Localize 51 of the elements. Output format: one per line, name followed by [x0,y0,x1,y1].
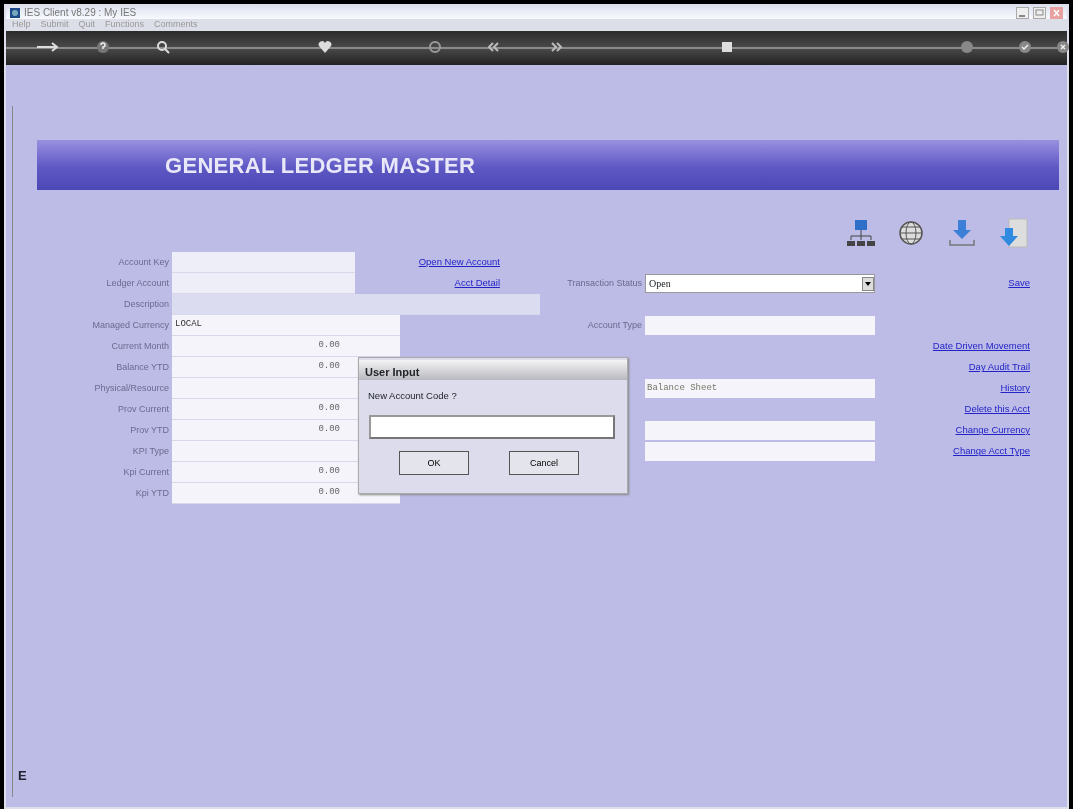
field-label: Kpi YTD [134,486,170,500]
field-label: Balance YTD [115,360,170,374]
circle-icon[interactable] [960,40,974,54]
field-label: Account Type [586,318,643,332]
minimize-icon[interactable] [1016,6,1029,19]
window-title: IES Client v8.29 : My IES [24,6,137,20]
link[interactable]: Delete this Acct [875,402,1030,417]
link[interactable]: Date Driven Movement [875,339,1030,354]
input-field[interactable] [369,415,615,440]
link[interactable]: History [875,381,1030,396]
caret-icon [865,281,871,286]
check-icon[interactable] [1018,40,1032,54]
field-label: Physical/Resource [93,381,170,395]
page-title: GENERAL LEDGER MASTER [165,151,476,180]
field-label: Kpi Current [122,465,170,479]
field-label: KPI Type [131,444,170,458]
forward-icon[interactable] [550,40,564,54]
field-label: Current Month [110,339,170,353]
field-label: Managed Currency [91,318,170,332]
field-label: Description [122,297,170,311]
link[interactable]: Open New Account [400,255,500,270]
input-field[interactable] [645,442,875,461]
maximize-icon[interactable] [1033,6,1046,19]
input-field[interactable]: Balance Sheet [645,379,875,398]
input-field[interactable] [645,316,875,335]
link[interactable]: Change Currency [875,423,1030,438]
ok-button[interactable]: OK [399,451,469,476]
link[interactable]: Day Audit Trail [875,360,1030,375]
input-field[interactable]: LOCAL [172,315,400,336]
field-label: Account Key [117,255,170,269]
field-label: Ledger Account [105,276,170,290]
link[interactable]: Change Acct Type [875,444,1030,459]
app-icon [10,7,20,18]
help-icon[interactable] [96,40,110,54]
input-field[interactable]: 0.00 [172,336,400,357]
cancel-button[interactable]: Cancel [509,451,579,476]
side-marker: E [18,767,27,785]
link[interactable]: Save [875,276,1030,291]
input-field[interactable] [645,421,875,440]
field-label: Prov Current [116,402,170,416]
dropdown[interactable]: Open [645,274,875,293]
link[interactable]: Acct Detail [400,276,500,291]
heart-icon[interactable] [318,40,332,54]
dialog-title: User Input [359,360,627,380]
search-icon[interactable] [156,40,170,54]
field-label: Prov YTD [129,423,170,437]
field-label: Transaction Status [566,276,643,290]
square-icon[interactable] [720,40,734,54]
circle-icon[interactable] [428,40,442,54]
close-icon[interactable] [1056,40,1070,54]
rewind-icon[interactable] [486,40,500,54]
